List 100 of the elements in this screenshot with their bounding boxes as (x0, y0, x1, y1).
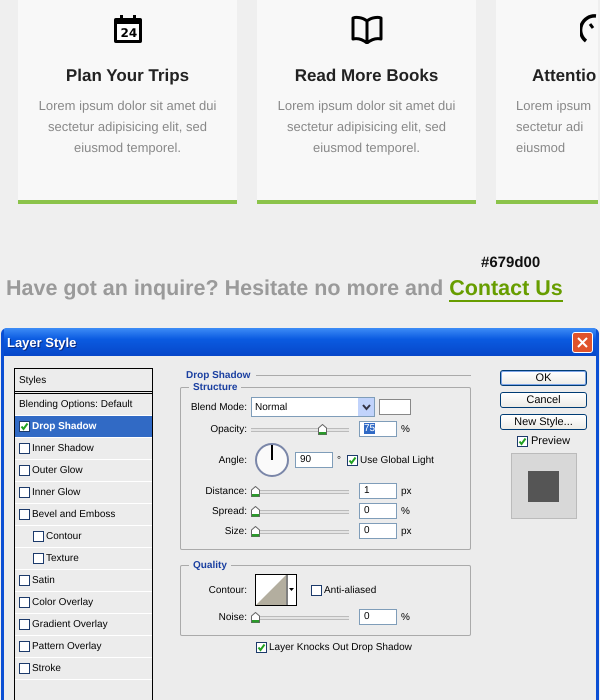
calendar-icon (112, 14, 144, 44)
style-item[interactable]: Drop Shadow (15, 416, 152, 438)
checkbox[interactable] (256, 642, 267, 653)
style-label: Drop Shadow (32, 421, 96, 432)
color-code-label: #679d00 (481, 254, 542, 272)
dialog-button[interactable]: OK (500, 370, 587, 386)
style-item[interactable]: Gradient Overlay (15, 614, 152, 636)
style-label: Satin (32, 575, 55, 586)
option-label: Layer Knocks Out Drop Shadow (269, 642, 412, 653)
field-label: Contour: (208, 584, 248, 596)
style-item[interactable]: Bevel and Emboss (15, 504, 152, 526)
field-label: Spread: (210, 506, 248, 516)
slider-thumb[interactable] (251, 612, 260, 622)
option-label: Use Global Light (360, 454, 434, 466)
angle-dial[interactable] (255, 443, 289, 477)
style-label: Inner Shadow (32, 443, 94, 454)
number-field[interactable]: 1 (359, 483, 397, 499)
check-icon (257, 643, 266, 652)
style-label: Pattern Overlay (32, 641, 102, 652)
style-label: Contour (46, 531, 82, 542)
style-item[interactable]: Color Overlay (15, 592, 152, 614)
preview-label: Preview (530, 435, 570, 447)
slider-thumb[interactable] (251, 506, 260, 516)
blend-mode-dropdown[interactable]: Normal (251, 397, 375, 417)
selected-text: 75 (364, 423, 376, 434)
style-item[interactable]: Pattern Overlay (15, 636, 152, 658)
selected-text: 0 (364, 611, 370, 622)
color-swatch[interactable] (379, 399, 411, 415)
style-item[interactable]: Contour (15, 526, 152, 548)
dropdown-value: Normal (255, 402, 288, 412)
checkbox[interactable] (19, 641, 30, 652)
checkbox[interactable] (33, 553, 44, 564)
unit-label: px (401, 526, 412, 536)
checkbox[interactable] (19, 575, 30, 586)
unit-label: % (401, 506, 410, 516)
card-title: Read More Books (294, 66, 438, 86)
close-button[interactable] (572, 332, 593, 352)
style-label: Gradient Overlay (32, 619, 108, 630)
style-item[interactable]: Satin (15, 570, 152, 592)
field-label: Distance: (204, 486, 248, 496)
number-field[interactable]: 75 (359, 421, 397, 437)
preview-thumbnail (510, 453, 576, 519)
style-item[interactable]: Inner Glow (15, 482, 152, 504)
checkbox[interactable] (19, 465, 30, 476)
slider-thumb[interactable] (318, 424, 327, 434)
style-label: Blending Options: Default (19, 399, 132, 410)
style-label: Texture (46, 553, 79, 564)
option-label: Anti-aliased (324, 584, 376, 596)
styles-header[interactable]: Styles (15, 369, 152, 394)
number-field[interactable]: 0 (359, 523, 397, 539)
check-icon (348, 456, 357, 464)
check-icon (20, 422, 29, 431)
gauge-icon (580, 14, 598, 44)
number-field[interactable]: 0 (359, 609, 397, 625)
slider-thumb[interactable] (251, 526, 260, 536)
style-label: Stroke (32, 663, 61, 674)
slider-thumb[interactable] (251, 486, 260, 496)
unit-label: % (401, 612, 410, 622)
style-item[interactable]: Texture (15, 548, 152, 570)
number-field[interactable]: 0 (359, 503, 397, 519)
style-item[interactable]: Inner Shadow (15, 438, 152, 460)
group-title: Structure (192, 382, 238, 393)
close-icon (576, 336, 589, 348)
checkbox[interactable] (516, 436, 528, 446)
card-title: Attentio (532, 66, 596, 86)
selected-text: 0 (364, 525, 370, 536)
style-item[interactable]: Stroke (15, 658, 152, 680)
checkbox[interactable] (19, 443, 30, 454)
book-icon (350, 14, 382, 44)
checkbox[interactable] (19, 597, 30, 608)
checkbox[interactable] (19, 619, 30, 630)
field-label: Blend Mode: (190, 402, 248, 412)
style-label: Inner Glow (32, 487, 80, 498)
selected-text: 1 (364, 485, 370, 496)
checkbox[interactable] (19, 663, 30, 674)
style-item[interactable]: Outer Glow (15, 460, 152, 482)
inquiry-sentence: Have got an inquire? Hesitate no more and Contact Us (6, 275, 564, 302)
chevron-down-icon (362, 403, 370, 411)
checkbox[interactable] (311, 584, 322, 596)
section-title: Drop Shadow (186, 370, 250, 380)
style-label: Bevel and Emboss (32, 509, 116, 520)
degree-label: ° (337, 454, 341, 466)
field-label: Size: (224, 526, 248, 536)
field-label: Noise: (218, 612, 248, 622)
contour-picker[interactable] (255, 574, 297, 606)
group-title: Quality (192, 560, 228, 571)
selected-text: 0 (364, 505, 370, 516)
dialog-button[interactable]: Cancel (500, 392, 587, 408)
checkbox[interactable] (33, 531, 44, 542)
calendar-date: 24 (120, 25, 138, 41)
unit-label: px (401, 486, 412, 496)
window-title: Layer Style (7, 334, 76, 350)
number-field[interactable]: 90 (295, 452, 333, 468)
checkbox[interactable] (347, 454, 358, 466)
field-label: Angle: (218, 454, 248, 466)
checkbox[interactable] (19, 509, 30, 520)
style-label: Color Overlay (32, 597, 94, 608)
checkbox[interactable] (19, 487, 30, 498)
checkbox[interactable] (19, 421, 30, 432)
dialog-button[interactable]: New Style... (500, 414, 587, 430)
